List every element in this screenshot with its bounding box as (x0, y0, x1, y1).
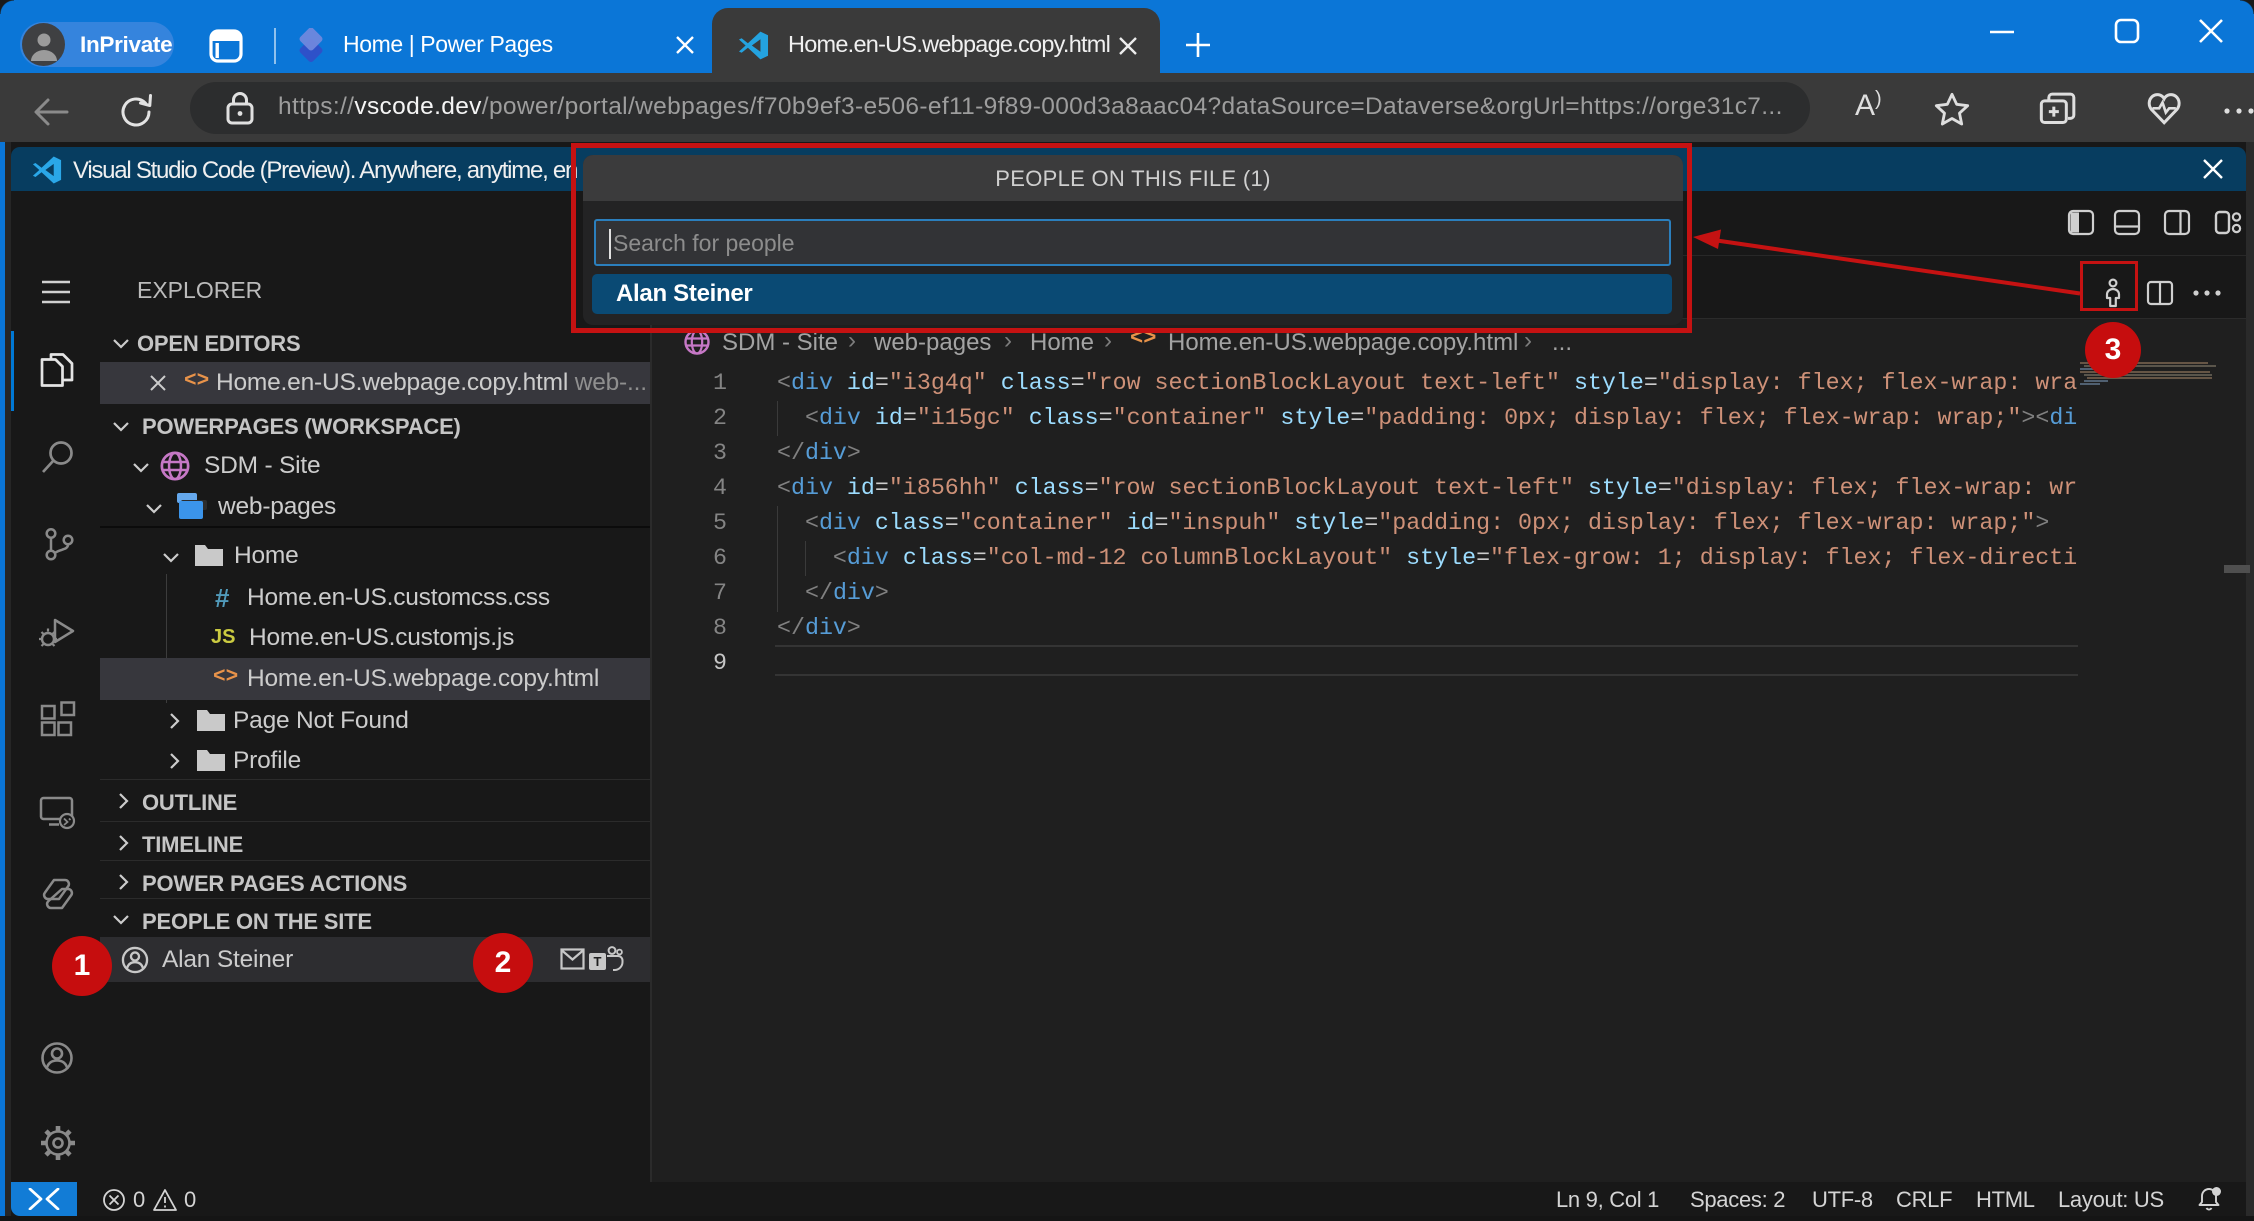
svg-text:T: T (594, 954, 602, 969)
